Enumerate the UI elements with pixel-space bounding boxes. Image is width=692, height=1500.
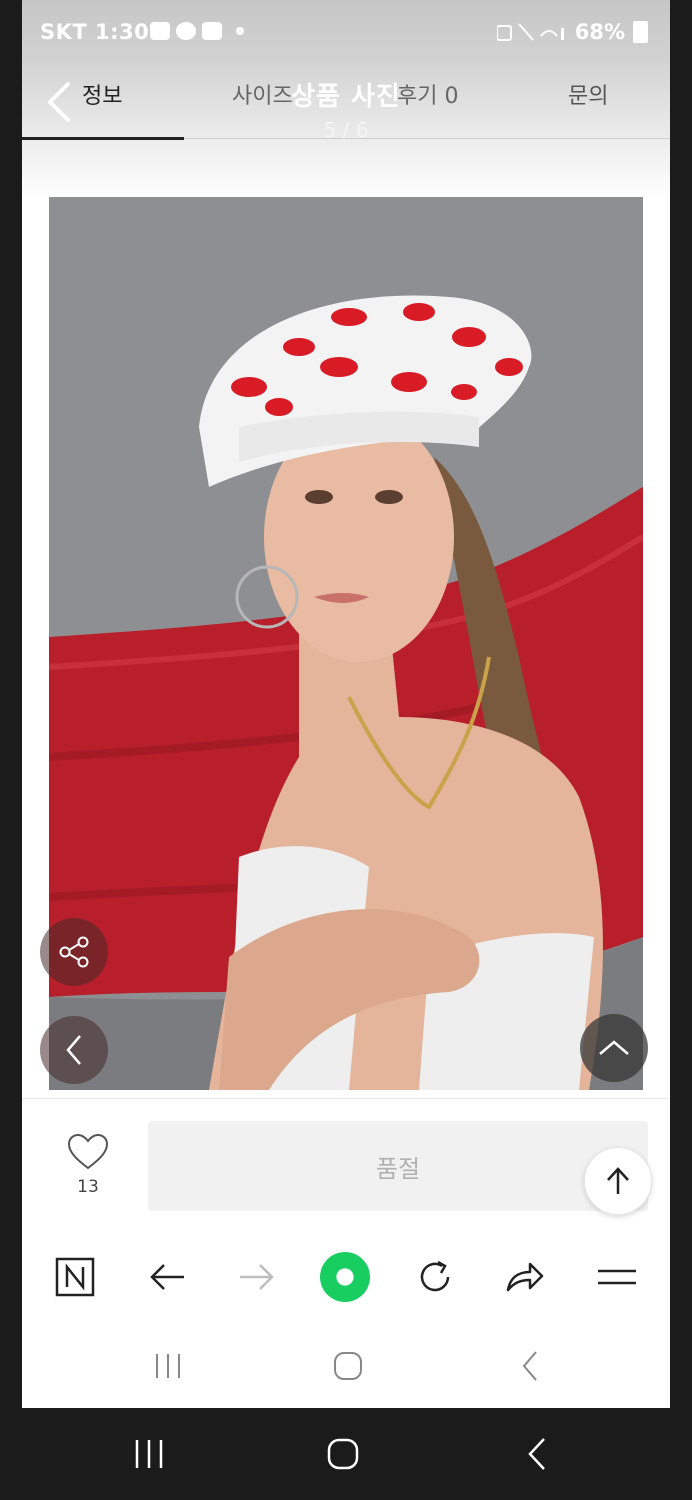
back-button-system[interactable] — [516, 1432, 558, 1476]
back-icon — [522, 1351, 537, 1381]
forward-button[interactable] — [232, 1252, 282, 1302]
back-icon — [528, 1438, 545, 1470]
like-button[interactable]: 13 — [66, 1133, 110, 1197]
gallery-icon — [150, 22, 170, 40]
browser-toolbar — [22, 1232, 670, 1322]
home-button[interactable] — [322, 1432, 364, 1476]
arrow-up-icon — [607, 1167, 629, 1194]
heart-icon — [67, 1133, 109, 1170]
product-photo-illustration — [49, 197, 643, 1090]
refresh-button[interactable] — [410, 1252, 460, 1302]
battery-icon — [633, 21, 648, 43]
signal-icon — [496, 23, 564, 41]
menu-icon — [598, 1269, 636, 1285]
arrow-right-icon — [240, 1264, 274, 1290]
home-icon — [334, 1352, 362, 1380]
green-dot-button[interactable] — [320, 1252, 370, 1302]
status-time: SKT 1:30 — [40, 20, 150, 44]
share-page-button[interactable] — [500, 1252, 550, 1302]
product-photo[interactable] — [49, 197, 643, 1090]
previous-image-button[interactable] — [40, 1016, 108, 1084]
green-dot-icon — [320, 1252, 370, 1302]
refresh-icon — [420, 1260, 450, 1292]
status-bar: SKT 1:30 68% — [22, 0, 670, 64]
recents-button[interactable] — [128, 1432, 170, 1476]
cup-icon — [202, 22, 222, 40]
inner-back-button[interactable] — [510, 1346, 550, 1386]
inner-nav-bar — [22, 1322, 670, 1408]
back-button[interactable] — [142, 1252, 192, 1302]
talk-icon — [176, 22, 196, 40]
share-icon — [59, 936, 89, 968]
arrow-left-icon — [150, 1264, 184, 1290]
phone-screen: SKT 1:30 68% 정보 사이즈 후기 0 문의 상품 사진 5 / 6 … — [22, 0, 670, 1408]
forward-share-icon — [506, 1262, 544, 1292]
image-counter: 5 / 6 — [323, 118, 369, 142]
chevron-left-icon — [66, 1035, 81, 1065]
soldout-button[interactable]: 품절 — [148, 1121, 648, 1211]
system-nav-bar — [0, 1408, 692, 1500]
more-notifications-icon — [236, 27, 244, 35]
inner-home-button[interactable] — [328, 1346, 368, 1386]
menu-button[interactable] — [592, 1252, 642, 1302]
product-tab-bar: 정보 사이즈 후기 0 문의 상품 사진 5 / 6 — [22, 64, 670, 142]
naver-home-button[interactable] — [50, 1252, 100, 1302]
notification-icons — [150, 22, 244, 40]
battery-level: 68% — [574, 20, 625, 44]
system-indicators: 68% — [496, 20, 648, 44]
naver-n-icon — [55, 1257, 95, 1297]
collapse-button[interactable] — [580, 1014, 648, 1082]
purchase-action-bar: 13 품절 — [22, 1098, 670, 1234]
home-icon — [327, 1438, 359, 1470]
inner-recents-button[interactable] — [148, 1346, 188, 1386]
recents-icon — [156, 1354, 180, 1378]
scroll-top-button[interactable] — [584, 1147, 652, 1215]
share-button[interactable] — [40, 918, 108, 986]
like-count: 13 — [77, 1177, 99, 1197]
chevron-up-icon — [599, 1040, 629, 1055]
recents-icon — [135, 1440, 163, 1468]
viewer-title: 상품 사진 — [291, 82, 401, 112]
